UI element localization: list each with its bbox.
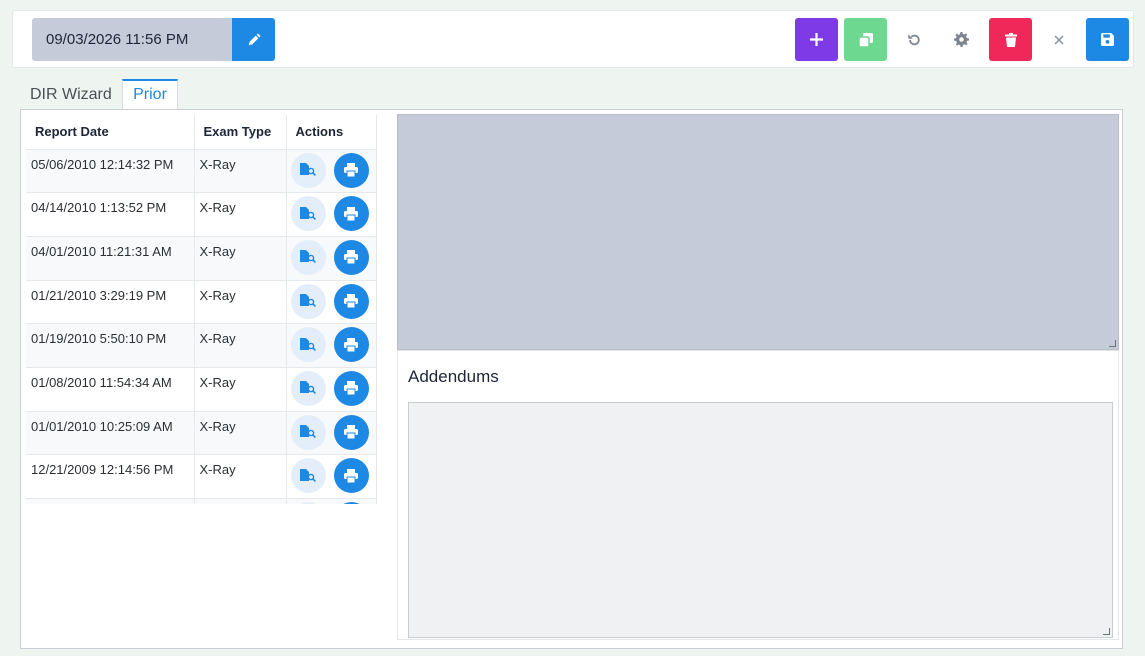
report-date-cell: 01/19/2010 5:50:10 PM (26, 323, 195, 368)
table-row[interactable]: 05/06/2010 12:14:32 PM X-Ray (26, 149, 377, 194)
print-icon (344, 337, 358, 352)
print-report-button[interactable] (333, 239, 369, 275)
exam-type-cell: X-Ray (194, 192, 287, 237)
print-icon (344, 425, 358, 440)
copy-button[interactable] (844, 18, 887, 61)
table-row[interactable]: 04/14/2010 1:13:52 PM X-Ray (26, 192, 377, 237)
trash-icon (1004, 32, 1017, 47)
exam-type-cell: X-Ray (194, 411, 287, 456)
copy-icon (858, 32, 873, 47)
column-header-report-date[interactable]: Report Date (26, 115, 195, 150)
view-report-button[interactable] (290, 283, 326, 319)
print-icon (344, 294, 358, 309)
delete-button[interactable] (989, 18, 1032, 61)
column-header-actions: Actions (286, 115, 377, 150)
print-icon (344, 381, 358, 396)
table-row[interactable]: 01/21/2010 3:29:19 PM X-Ray (26, 280, 377, 325)
view-report-icon (300, 425, 316, 439)
table-row[interactable]: 01/19/2010 5:50:10 PM X-Ray (26, 323, 377, 368)
save-button[interactable] (1086, 18, 1129, 61)
view-report-icon (300, 381, 316, 395)
exam-type-cell: X-Ray (194, 280, 287, 325)
report-date-cell: 01/01/2010 10:25:09 AM (26, 411, 195, 456)
report-date-cell: 05/06/2010 12:14:32 PM (26, 149, 195, 194)
actions-cell (286, 323, 377, 368)
report-text-area[interactable] (397, 114, 1119, 350)
table-row[interactable]: 12/21/2009 12:14:56 PM X-Ray (26, 454, 377, 499)
view-report-button[interactable] (290, 327, 326, 363)
view-report-button[interactable] (290, 458, 326, 494)
view-report-icon (300, 468, 316, 482)
exam-type-cell: X-Ray (194, 236, 287, 281)
report-date-cell: 01/21/2010 3:29:19 PM (26, 280, 195, 325)
actions-cell (286, 498, 377, 504)
toolbar: 09/03/2026 11:56 PM (12, 10, 1134, 68)
exam-type-cell (194, 498, 287, 504)
undo-icon (907, 33, 920, 45)
tab-dir-wizard[interactable]: DIR Wizard (30, 79, 120, 110)
actions-cell (286, 149, 377, 194)
exam-type-cell: X-Ray (194, 323, 287, 368)
view-report-button[interactable] (290, 196, 326, 232)
addendums-title: Addendums (408, 367, 499, 386)
table-row[interactable]: 04/01/2010 11:21:31 AM X-Ray (26, 236, 377, 281)
actions-cell (286, 280, 377, 325)
view-report-icon (300, 206, 316, 220)
view-report-icon (300, 337, 316, 351)
print-icon (344, 250, 358, 265)
print-icon (344, 163, 358, 177)
prior-panel: Report Date Exam Type Actions 05/06/2010… (20, 109, 1123, 649)
view-report-button[interactable] (290, 370, 326, 406)
actions-cell (286, 411, 377, 456)
print-report-button[interactable] (333, 327, 369, 363)
addendums-text-area[interactable] (408, 402, 1113, 638)
report-date-cell: 01/08/2010 11:54:34 AM (26, 367, 195, 412)
pencil-icon (248, 32, 261, 45)
view-report-icon (300, 163, 316, 176)
print-icon (344, 206, 358, 221)
view-report-button[interactable] (290, 502, 326, 504)
view-report-button[interactable] (290, 414, 326, 450)
close-icon (1053, 34, 1064, 45)
tab-prior[interactable]: Prior (122, 79, 178, 110)
print-icon (344, 468, 358, 483)
settings-button[interactable] (940, 18, 983, 61)
gear-icon (954, 32, 969, 47)
undo-button[interactable] (892, 18, 935, 61)
prior-reports-grid: Report Date Exam Type Actions 05/06/2010… (26, 115, 377, 504)
print-report-button[interactable] (333, 458, 369, 494)
print-report-button[interactable] (333, 370, 369, 406)
add-button[interactable] (795, 18, 838, 61)
table-row[interactable]: 01/01/2010 10:25:09 AM X-Ray (26, 411, 377, 456)
datetime-display[interactable]: 09/03/2026 11:56 PM (32, 18, 232, 61)
report-date-cell (26, 498, 195, 504)
exam-type-cell: X-Ray (194, 367, 287, 412)
column-header-exam-type[interactable]: Exam Type (194, 115, 287, 150)
report-date-cell: 12/21/2009 12:14:56 PM (26, 454, 195, 499)
view-report-icon (300, 294, 316, 308)
exam-type-cell: X-Ray (194, 454, 287, 499)
table-row[interactable]: 01/08/2010 11:54:34 AM X-Ray (26, 367, 377, 412)
plus-icon (810, 33, 823, 46)
report-date-cell: 04/14/2010 1:13:52 PM (26, 192, 195, 237)
view-report-button[interactable] (290, 152, 326, 188)
print-report-button[interactable] (333, 502, 369, 504)
exam-type-cell: X-Ray (194, 149, 287, 194)
print-report-button[interactable] (333, 283, 369, 319)
view-report-icon (300, 250, 316, 264)
save-icon (1101, 33, 1114, 46)
edit-date-button[interactable] (232, 18, 275, 61)
addendums-section: Addendums (397, 350, 1119, 640)
actions-cell (286, 192, 377, 237)
print-report-button[interactable] (333, 414, 369, 450)
table-row[interactable] (26, 498, 377, 504)
print-report-button[interactable] (333, 196, 369, 232)
actions-cell (286, 454, 377, 499)
report-date-cell: 04/01/2010 11:21:31 AM (26, 236, 195, 281)
actions-cell (286, 236, 377, 281)
print-report-button[interactable] (333, 152, 369, 188)
actions-cell (286, 367, 377, 412)
view-report-button[interactable] (290, 239, 326, 275)
close-button[interactable] (1037, 18, 1080, 61)
